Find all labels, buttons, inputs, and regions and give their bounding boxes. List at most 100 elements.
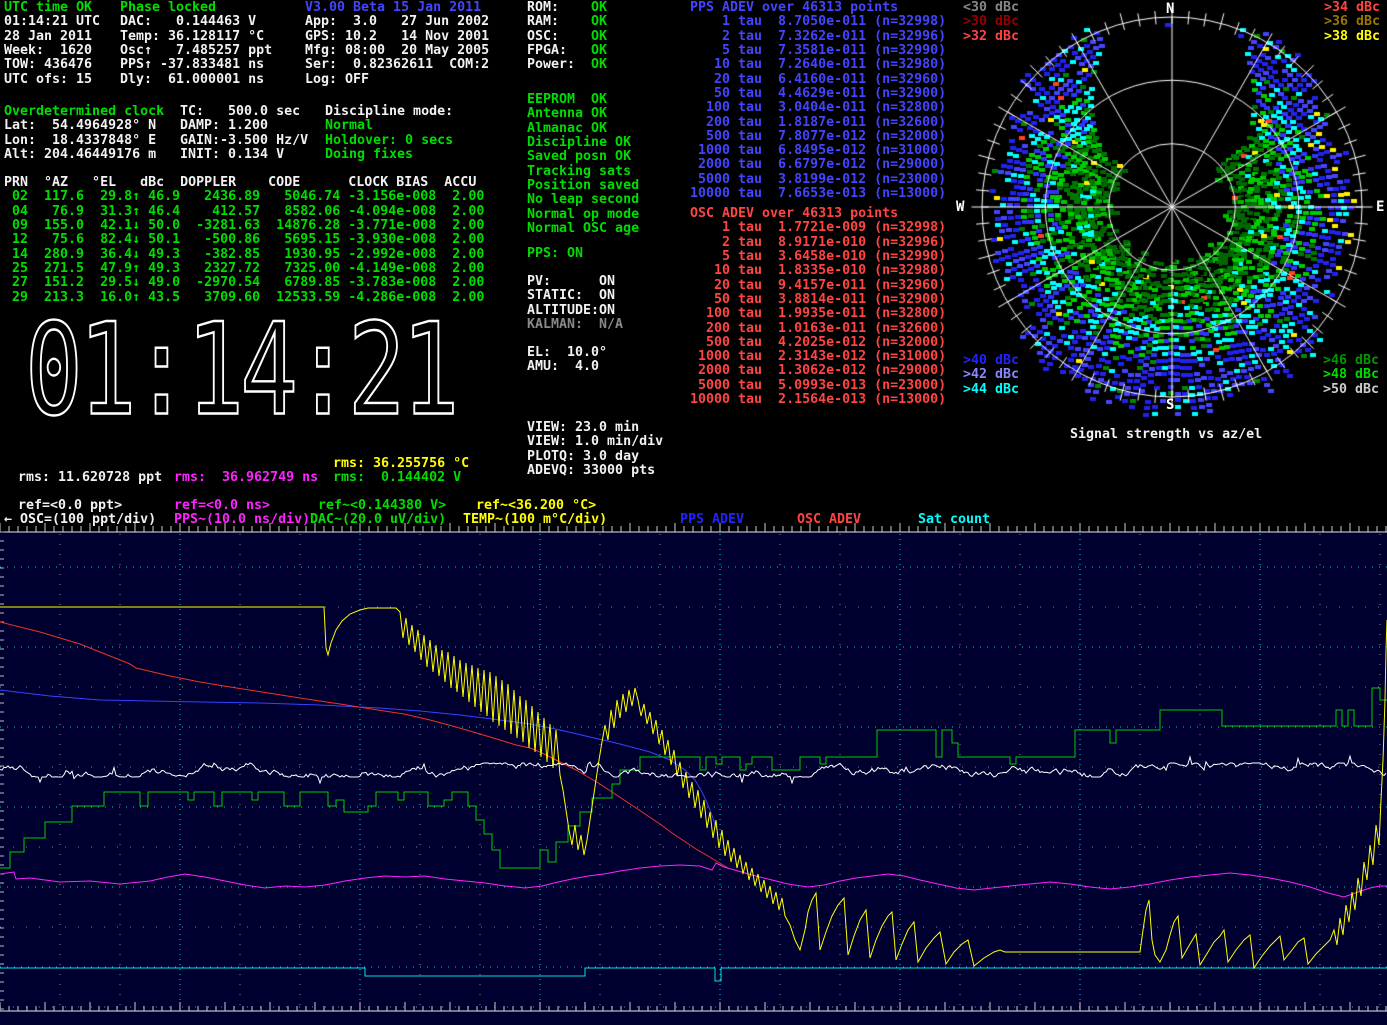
gps-status-line-8: Normal op mode	[527, 208, 639, 222]
scale-pps: PPS~(10.0 ns/div)	[174, 513, 310, 527]
scale-osc: ← OSC=(100 ppt/div)	[4, 513, 156, 527]
tc-block-line-0: TC: 500.0 sec	[180, 105, 308, 119]
compass-east-label: E	[1376, 199, 1384, 215]
tc-block-line-1: DAMP: 1.200	[180, 119, 308, 133]
utc-block-line-3: Week: 1620	[4, 44, 100, 58]
osc-adev-line-11: 2000 tau 1.3062e-012 (n=29000)	[690, 364, 946, 378]
pps-adev-line-11: 2000 tau 6.6797e-012 (n=29000)	[690, 158, 946, 172]
history-plot[interactable]	[0, 522, 1387, 1025]
osc-block-line-1: DAC: 0.144463 V	[120, 15, 272, 29]
legend-nw-line-0: <30 dBc	[963, 1, 1019, 15]
tc-block: TC: 500.0 secDAMP: 1.200GAIN:-3.500 Hz/V…	[180, 105, 308, 162]
osc-adev-line-12: 5000 tau 5.0993e-013 (n=23000)	[690, 379, 946, 393]
legend-se-line-0: >46 dBc	[1323, 354, 1379, 368]
pps-adev-line-4: 10 tau 7.2640e-011 (n=32980)	[690, 58, 946, 72]
osc-adev-line-13: 10000 tau 2.1564e-013 (n=13000)	[690, 393, 946, 407]
utc-block-line-5: UTC ofs: 15	[4, 73, 100, 87]
pps-adev-line-8: 200 tau 1.8187e-011 (n=32600)	[690, 116, 946, 130]
osc-adev-line-2: 2 tau 8.9171e-010 (n=32996)	[690, 236, 946, 250]
pps-adev-line-5: 20 tau 6.4160e-011 (n=32960)	[690, 73, 946, 87]
pps-line: PPS: ON	[527, 247, 583, 261]
scale-temp-line-0: TEMP~(100 m°C/div)	[463, 513, 607, 527]
rms-dac: rms: 0.144402 V	[333, 471, 461, 485]
osc-adev-line-4: 10 tau 1.8335e-010 (n=32980)	[690, 264, 946, 278]
pps-adev-line-1: 1 tau 8.7050e-011 (n=32998)	[690, 15, 946, 29]
legend-nw-line-2: >32 dBc	[963, 30, 1019, 44]
pps-adev-line-13: 10000 tau 7.6653e-013 (n=13000)	[690, 187, 946, 201]
el-amu-line-1: AMU: 4.0	[527, 360, 607, 374]
osc-block-line-3: Osc↑ 7.485257 ppt	[120, 44, 272, 58]
discipline-block: Discipline mode:NormalHoldover: 0 secsDo…	[325, 105, 453, 162]
fix-modes-line-0: PV: ON	[527, 275, 623, 289]
rms-osc: rms: 11.620728 ppt	[18, 471, 162, 485]
osc-adev-line-8: 200 tau 1.0163e-011 (n=32600)	[690, 322, 946, 336]
osc-block-line-5: Dly: 61.000001 ns	[120, 73, 272, 87]
version-block-line-0: V3.00 Beta 15 Jan 2011	[305, 1, 489, 15]
signal-strength-polar-map[interactable]	[962, 0, 1384, 420]
version-block-line-5: Log: OFF	[305, 73, 489, 87]
sat-table-line-7: 27 151.2 29.5↓ 49.0 -2970.54 6789.85 -3.…	[4, 276, 484, 290]
fix-modes-line-1: STATIC: ON	[527, 289, 623, 303]
osc-block-line-2: Temp: 36.128117 °C	[120, 30, 272, 44]
gps-status-line-6: Position saved	[527, 179, 639, 193]
fix-modes-line-3: KALMAN: N/A	[527, 318, 623, 332]
view-block-line-2: PLOTQ: 3.0 day	[527, 450, 663, 464]
osc-block-line-4: PPS↑ -37.833481 ns	[120, 58, 272, 72]
utc-block-line-4: TOW: 436476	[4, 58, 100, 72]
legend-se-line-1: >48 dBc	[1323, 368, 1379, 382]
gps-status-line-7: No leap second	[527, 193, 639, 207]
device-status-line-2: OSC: OK	[527, 30, 607, 44]
osc-adev-line-6: 50 tau 3.8814e-011 (n=32900)	[690, 293, 946, 307]
scale-temp: TEMP~(100 m°C/div)	[463, 513, 607, 527]
gps-status-line-1: Antenna OK	[527, 107, 639, 121]
sat-table-line-0: PRN °AZ °EL dBc DOPPLER CODE CLOCK BIAS …	[4, 176, 484, 190]
polar-caption: Signal strength vs az/el	[1070, 428, 1262, 442]
view-block-line-3: ADEVQ: 33000 pts	[527, 464, 663, 478]
pps-adev-line-2: 2 tau 7.3262e-011 (n=32996)	[690, 30, 946, 44]
scale-satcount-line-0: Sat count	[918, 513, 990, 527]
sat-table-line-2: 04 76.9 31.3↑ 46.4 412.57 8582.06 -4.094…	[4, 205, 484, 219]
osc-adev-line-3: 5 tau 3.6458e-010 (n=32990)	[690, 250, 946, 264]
sat-table-line-1: 02 117.6 29.8↑ 46.9 2436.89 5046.74 -3.1…	[4, 190, 484, 204]
gps-status-line-2: Almanac OK	[527, 122, 639, 136]
overdetermined-line-2: Lon: 18.4337848° E	[4, 134, 164, 148]
version-block: V3.00 Beta 15 Jan 2011App: 3.0 27 Jun 20…	[305, 1, 489, 87]
gps-status: EEPROM OKAntenna OKAlmanac OKDiscipline …	[527, 93, 639, 236]
utc-block: UTC time OK01:14:21 UTC28 Jan 2011Week: …	[4, 1, 100, 87]
el-amu-line-0: EL: 10.0°	[527, 346, 607, 360]
legend-ne-line-1: >36 dBc	[1324, 15, 1380, 29]
pps-adev-line-0: PPS ADEV over 46313 points	[690, 1, 946, 15]
version-block-line-4: Ser: 0.82362611 COM:2	[305, 58, 489, 72]
legend-ne-line-0: >34 dBc	[1324, 1, 1380, 15]
legend-sw-line-0: >40 dBc	[963, 354, 1019, 368]
device-status-line-4: Power: OK	[527, 58, 607, 72]
scale-oscadev-line-0: OSC ADEV	[797, 513, 861, 527]
fix-modes-line-2: ALTITUDE:ON	[527, 304, 623, 318]
legend-sw: >40 dBc>42 dBc>44 dBc	[963, 354, 1019, 397]
osc-adev-line-9: 500 tau 4.2025e-012 (n=32000)	[690, 336, 946, 350]
legend-nw-line-1: >30 dBc	[963, 15, 1019, 29]
pps-adev-line-9: 500 tau 7.8077e-012 (n=32000)	[690, 130, 946, 144]
osc-adev-line-7: 100 tau 1.9935e-011 (n=32800)	[690, 307, 946, 321]
legend-ne-line-2: >38 dBc	[1324, 30, 1380, 44]
rms-osc-line-0: rms: 11.620728 ppt	[18, 471, 162, 485]
tc-block-line-2: GAIN:-3.500 Hz/V	[180, 134, 308, 148]
gps-status-line-4: Saved posn OK	[527, 150, 639, 164]
device-status: ROM: OKRAM: OKOSC: OKFPGA: OKPower: OK	[527, 1, 607, 73]
osc-adev-line-0: OSC ADEV over 46313 points	[690, 207, 946, 221]
utc-block-line-2: 28 Jan 2011	[4, 30, 100, 44]
legend-sw-line-2: >44 dBc	[963, 383, 1019, 397]
scale-oscadev: OSC ADEV	[797, 513, 861, 527]
legend-ne: >34 dBc>36 dBc>38 dBc	[1324, 1, 1380, 44]
gps-status-line-5: Tracking sats	[527, 165, 639, 179]
view-block-line-1: VIEW: 1.0 min/div	[527, 435, 663, 449]
pps-adev-line-6: 50 tau 4.4629e-011 (n=32900)	[690, 87, 946, 101]
gps-status-line-9: Normal OSC age	[527, 222, 639, 236]
overdetermined-line-0: Overdetermined clock	[4, 105, 164, 119]
sat-table-line-5: 14 280.9 36.4↓ 49.3 -382.85 1930.95 -2.9…	[4, 248, 484, 262]
tc-block-line-3: INIT: 0.134 V	[180, 148, 308, 162]
scale-dac: DAC~(20.0 uV/div)	[310, 513, 446, 527]
scale-osc-line-0: ← OSC=(100 ppt/div)	[4, 513, 156, 527]
osc-adev-line-5: 20 tau 9.4157e-011 (n=32960)	[690, 279, 946, 293]
device-status-line-3: FPGA: OK	[527, 44, 607, 58]
